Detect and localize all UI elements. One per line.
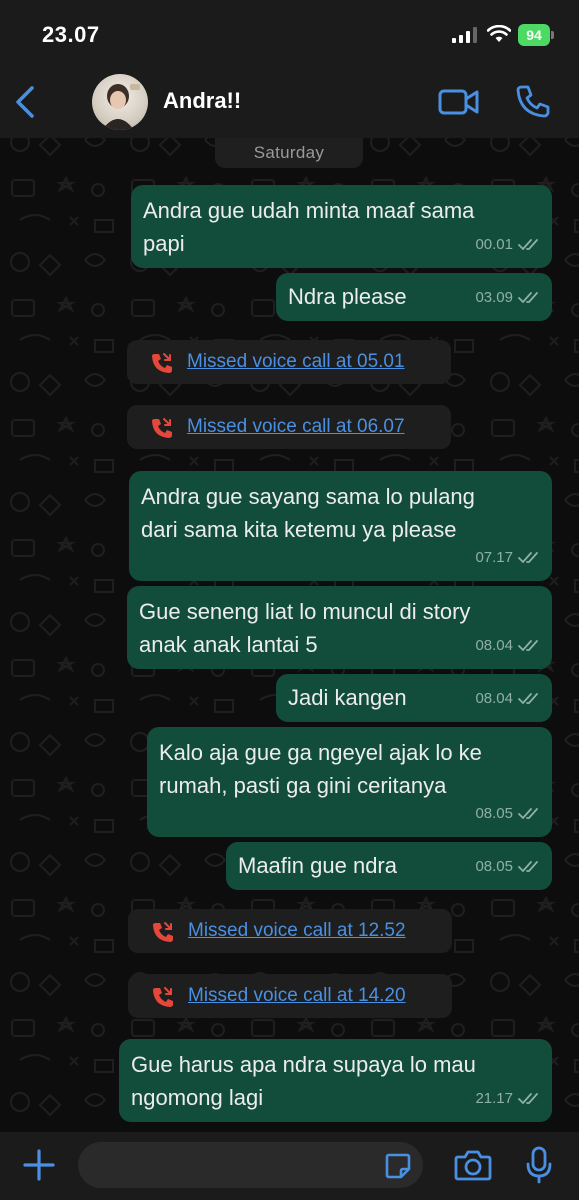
message-text-line: Gue harus apa ndra supaya lo mau bbox=[131, 1052, 476, 1077]
video-camera-icon[interactable] bbox=[438, 86, 480, 118]
battery-level: 94 bbox=[518, 24, 550, 46]
double-check-icon bbox=[518, 807, 538, 819]
message-time: 00.01 bbox=[475, 236, 513, 253]
message-meta: 00.01 bbox=[475, 228, 540, 261]
message-time: 08.05 bbox=[475, 805, 513, 822]
battery-tip bbox=[551, 31, 554, 39]
message-text-line: Andra gue sayang sama lo pulang bbox=[141, 484, 475, 509]
missed-call-icon bbox=[152, 418, 172, 438]
battery-icon: 94 bbox=[518, 24, 554, 46]
message-meta: 08.04 bbox=[475, 682, 540, 715]
chat-header: Andra!! bbox=[0, 66, 579, 138]
message-time: 07.17 bbox=[475, 549, 513, 566]
missed-call-icon bbox=[153, 922, 173, 942]
double-check-icon bbox=[518, 291, 538, 303]
message-meta: 08.04 bbox=[475, 629, 540, 662]
message-bubble[interactable]: Kalo aja gue ga ngeyel ajak lo ke rumah,… bbox=[147, 727, 552, 837]
phone-icon[interactable] bbox=[514, 83, 550, 119]
message-bubble[interactable]: Jadi kangen 08.04 bbox=[276, 674, 552, 722]
missed-call-label: Missed voice call at 14.20 bbox=[188, 985, 406, 1006]
message-time: 03.09 bbox=[475, 289, 513, 306]
double-check-icon bbox=[518, 860, 538, 872]
signal-icon bbox=[452, 27, 477, 43]
missed-call-notice[interactable]: Missed voice call at 06.07 bbox=[127, 405, 451, 449]
chat-screen: 23.07 94 Andra!! Saturday Andra gue udah… bbox=[0, 0, 579, 1200]
wifi-icon bbox=[487, 25, 511, 42]
camera-icon[interactable] bbox=[454, 1148, 492, 1182]
message-bubble[interactable]: Andra gue sayang sama lo pulang dari sam… bbox=[129, 471, 552, 581]
message-meta: 21.17 bbox=[475, 1082, 540, 1115]
message-time: 08.04 bbox=[475, 690, 513, 707]
missed-call-notice[interactable]: Missed voice call at 12.52 bbox=[128, 909, 452, 953]
plus-icon[interactable] bbox=[22, 1148, 56, 1182]
double-check-icon bbox=[518, 1092, 538, 1104]
contact-name[interactable]: Andra!! bbox=[163, 88, 241, 114]
message-bubble[interactable]: Ndra please 03.09 bbox=[276, 273, 552, 321]
sticker-icon[interactable] bbox=[384, 1152, 412, 1180]
message-bubble[interactable]: Andra gue udah minta maaf sama papi 00.0… bbox=[131, 185, 552, 268]
chevron-left-icon[interactable] bbox=[8, 78, 44, 126]
message-meta: 08.05 bbox=[475, 850, 540, 883]
missed-call-notice[interactable]: Missed voice call at 14.20 bbox=[128, 974, 452, 1018]
message-text-line: Kalo aja gue ga ngeyel ajak lo ke bbox=[159, 740, 482, 765]
message-time: 21.17 bbox=[475, 1090, 513, 1107]
message-meta: 03.09 bbox=[475, 281, 540, 314]
message-bubble[interactable]: Gue seneng liat lo muncul di story anak … bbox=[127, 586, 552, 669]
avatar[interactable] bbox=[92, 74, 148, 130]
status-bar: 23.07 94 bbox=[0, 0, 579, 66]
message-input[interactable] bbox=[78, 1142, 423, 1188]
message-input-bar bbox=[0, 1132, 579, 1200]
double-check-icon bbox=[518, 238, 538, 250]
status-time: 23.07 bbox=[42, 22, 100, 47]
microphone-icon[interactable] bbox=[524, 1146, 554, 1184]
missed-call-icon bbox=[152, 353, 172, 373]
missed-call-label: Missed voice call at 05.01 bbox=[187, 351, 405, 372]
missed-call-label: Missed voice call at 06.07 bbox=[187, 416, 405, 437]
message-meta: 07.17 bbox=[475, 541, 540, 574]
message-time: 08.04 bbox=[475, 637, 513, 654]
message-bubble[interactable]: Gue harus apa ndra supaya lo mau ngomong… bbox=[119, 1039, 552, 1122]
missed-call-label: Missed voice call at 12.52 bbox=[188, 920, 406, 941]
double-check-icon bbox=[518, 639, 538, 651]
message-meta: 08.05 bbox=[475, 797, 540, 830]
date-separator: Saturday bbox=[215, 138, 363, 168]
message-text-line: Gue seneng liat lo muncul di story bbox=[139, 599, 471, 624]
double-check-icon bbox=[518, 551, 538, 563]
missed-call-icon bbox=[153, 987, 173, 1007]
message-bubble[interactable]: Maafin gue ndra 08.05 bbox=[226, 842, 552, 890]
message-text-line: Andra gue udah minta maaf sama bbox=[143, 198, 475, 223]
double-check-icon bbox=[518, 692, 538, 704]
message-time: 08.05 bbox=[475, 858, 513, 875]
missed-call-notice[interactable]: Missed voice call at 05.01 bbox=[127, 340, 451, 384]
